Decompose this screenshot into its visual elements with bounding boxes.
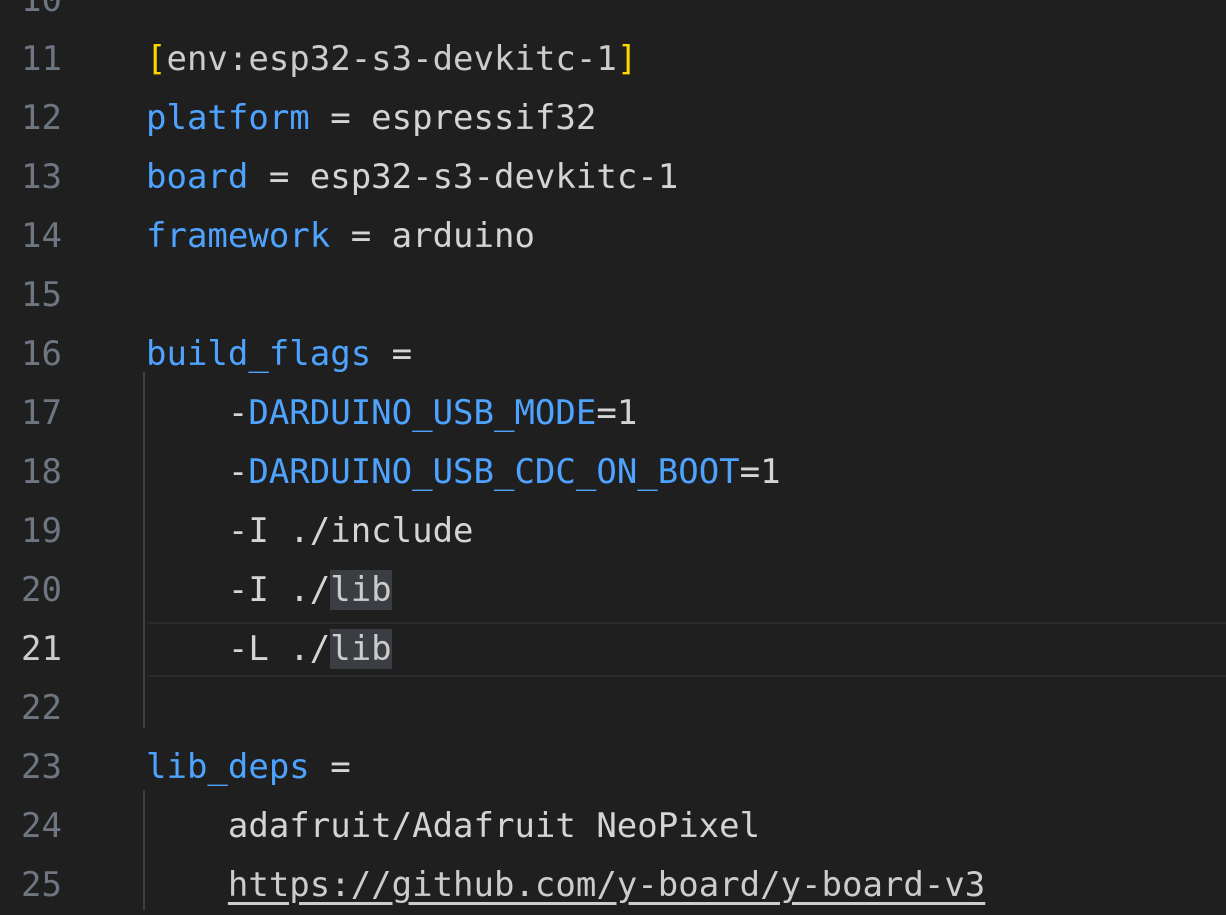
- code-token: -: [146, 452, 249, 492]
- line-number: 19: [21, 511, 62, 551]
- line-code[interactable]: [env:esp32-s3-devkitc-1]: [146, 30, 637, 89]
- code-token: -L ./: [146, 629, 331, 669]
- line-code[interactable]: -L ./lib: [146, 620, 392, 679]
- code-token: platform: [146, 98, 310, 138]
- line-number: 24: [21, 806, 62, 846]
- code-line[interactable]: 23 lib_deps =: [0, 738, 1226, 797]
- code-token: DARDUINO_USB_MODE: [248, 393, 597, 433]
- code-token: =1: [596, 393, 638, 433]
- code-token: env:esp32-s3-devkitc-1: [166, 39, 617, 79]
- line-number: 16: [21, 334, 62, 374]
- line-code[interactable]: -DARDUINO_USB_CDC_ON_BOOT=1: [146, 443, 781, 502]
- code-line[interactable]: 13 board = esp32-s3-devkitc-1: [0, 148, 1226, 207]
- code-token: -I ./include: [146, 511, 474, 551]
- code-line[interactable]: 10: [0, 0, 1226, 30]
- code-token: -: [146, 393, 249, 433]
- line-code[interactable]: platform = espressif32: [146, 89, 596, 148]
- code-token: = arduino: [330, 216, 535, 256]
- line-number: 20: [21, 570, 62, 610]
- code-editor[interactable]: 10 11 [env:esp32-s3-devkitc-1] 12 platform =…: [0, 0, 1226, 910]
- code-line[interactable]: 11 [env:esp32-s3-devkitc-1]: [0, 30, 1226, 89]
- line-number: 17: [21, 393, 62, 433]
- code-line[interactable]: 24 adafruit/Adafruit NeoPixel: [0, 797, 1226, 856]
- code-line[interactable]: 12 platform = espressif32: [0, 89, 1226, 148]
- code-token: ]: [616, 39, 638, 79]
- code-line[interactable]: 15: [0, 266, 1226, 325]
- code-token: lib_deps: [146, 747, 310, 787]
- code-token: build_flags: [146, 334, 372, 374]
- code-token: = espressif32: [309, 98, 597, 138]
- code-line[interactable]: 17 -DARDUINO_USB_MODE=1: [0, 384, 1226, 443]
- code-token: [: [146, 39, 167, 79]
- code-token: adafruit/Adafruit NeoPixel: [146, 806, 761, 846]
- line-code[interactable]: framework = arduino: [146, 207, 535, 266]
- line-code[interactable]: -I ./lib: [146, 561, 392, 620]
- code-token: DARDUINO_USB_CDC_ON_BOOT: [248, 452, 740, 492]
- line-number: 18: [21, 452, 62, 492]
- code-line[interactable]: 25 https://github.com/y-board/y-board-v3: [0, 856, 1226, 915]
- line-code[interactable]: adafruit/Adafruit NeoPixel: [146, 797, 760, 856]
- line-number: 21: [21, 629, 62, 669]
- line-number: 12: [21, 98, 62, 138]
- code-line[interactable]: 21 -L ./lib: [0, 620, 1226, 679]
- code-line[interactable]: 20 -I ./lib: [0, 561, 1226, 620]
- code-line[interactable]: 14 framework = arduino: [0, 207, 1226, 266]
- code-token: -I ./: [146, 570, 331, 610]
- code-token: lib: [330, 570, 392, 610]
- line-code[interactable]: -DARDUINO_USB_MODE=1: [146, 384, 637, 443]
- line-number: 14: [21, 216, 62, 256]
- code-token: = esp32-s3-devkitc-1: [248, 157, 679, 197]
- line-number: 22: [21, 688, 62, 728]
- line-number: 10: [21, 0, 62, 20]
- code-line[interactable]: 16 build_flags =: [0, 325, 1226, 384]
- line-number: 23: [21, 747, 62, 787]
- url-link[interactable]: https://github.com/y-board/y-board-v3: [228, 865, 985, 905]
- line-number: 11: [21, 39, 62, 79]
- code-line[interactable]: 19 -I ./include: [0, 502, 1226, 561]
- line-number: 25: [21, 865, 62, 905]
- line-code[interactable]: build_flags =: [146, 325, 412, 384]
- line-number: 15: [21, 275, 62, 315]
- code-line[interactable]: 18 -DARDUINO_USB_CDC_ON_BOOT=1: [0, 443, 1226, 502]
- code-line[interactable]: 22: [0, 679, 1226, 738]
- line-code[interactable]: lib_deps =: [146, 738, 351, 797]
- line-code[interactable]: board = esp32-s3-devkitc-1: [146, 148, 678, 207]
- line-number: 13: [21, 157, 62, 197]
- code-token: =: [309, 747, 351, 787]
- code-token: board: [146, 157, 249, 197]
- code-token: =: [371, 334, 413, 374]
- line-code[interactable]: https://github.com/y-board/y-board-v3: [146, 856, 985, 915]
- code-token: lib: [330, 629, 392, 669]
- line-code[interactable]: -I ./include: [146, 502, 474, 561]
- code-token: framework: [146, 216, 331, 256]
- code-token: =1: [739, 452, 781, 492]
